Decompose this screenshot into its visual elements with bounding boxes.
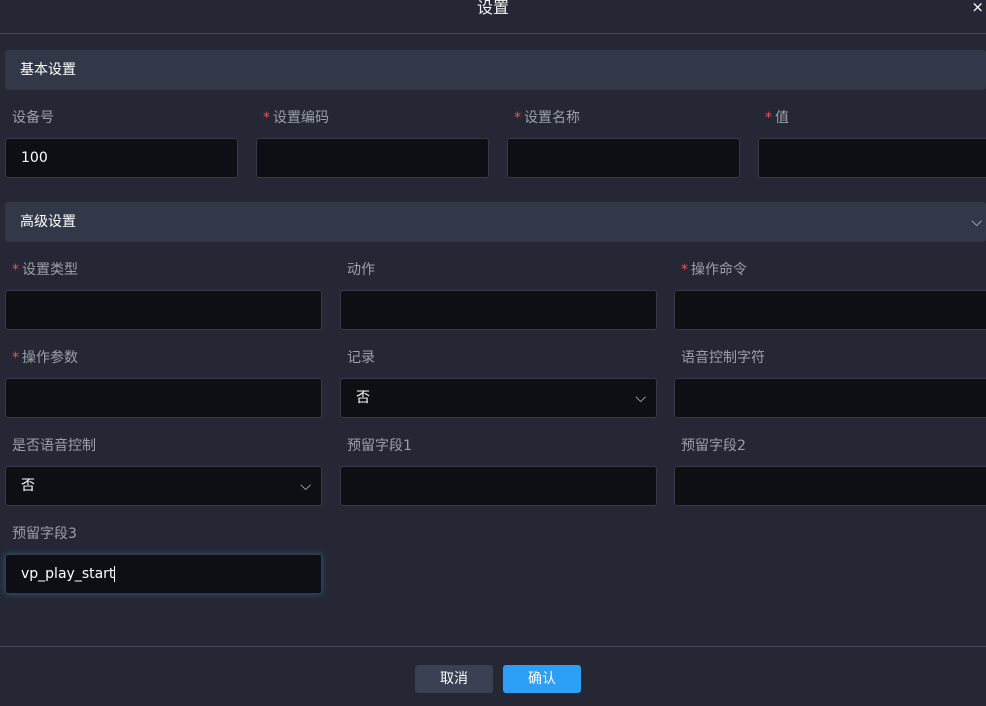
required-marker: * — [681, 262, 688, 278]
field-label-text: 预留字段2 — [681, 438, 746, 454]
field-label-text: 设置类型 — [22, 262, 78, 278]
header-divider — [0, 33, 986, 34]
field-label-text: 操作命令 — [691, 262, 747, 278]
text-input[interactable] — [674, 378, 986, 418]
field-label-text: 设备号 — [12, 110, 54, 126]
chevron-down-icon: ⌵ — [300, 478, 311, 494]
chevron-down-icon: ⌵ — [635, 390, 646, 406]
text-input[interactable] — [507, 138, 740, 178]
field-label: 预留字段2 — [681, 438, 746, 454]
text-input[interactable]: vp_play_start — [5, 554, 322, 594]
required-marker: * — [263, 110, 270, 126]
field-label-text: 设置名称 — [524, 110, 580, 126]
field-label: * 设置类型 — [12, 262, 78, 278]
dialog-title: 设置 — [476, 0, 509, 17]
text-input[interactable] — [256, 138, 489, 178]
required-marker: * — [12, 262, 19, 278]
select-field[interactable]: 否 ⌵ — [340, 378, 657, 418]
text-input[interactable] — [758, 138, 986, 178]
confirm-button[interactable]: 确认 — [503, 665, 581, 693]
text-input[interactable] — [5, 290, 322, 330]
footer-divider — [0, 646, 986, 647]
field-label-text: 设置编码 — [273, 110, 329, 126]
select-field[interactable]: 否 ⌵ — [5, 466, 322, 506]
section-basic: 基本设置 — [5, 50, 986, 90]
field-label-text: 预留字段1 — [347, 438, 412, 454]
field-label-text: 动作 — [347, 262, 375, 278]
field-label: * 操作参数 — [12, 350, 78, 366]
field-value: vp_play_start — [21, 566, 115, 582]
field-label-text: 是否语音控制 — [12, 438, 96, 454]
field-label: 语音控制字符 — [681, 350, 765, 366]
field-label: * 值 — [765, 110, 789, 126]
field-label-text: 操作参数 — [22, 350, 78, 366]
required-marker: * — [765, 110, 772, 126]
section-advanced[interactable]: 高级设置 ⌵ — [5, 202, 986, 242]
text-input[interactable] — [340, 290, 657, 330]
field-value: 100 — [21, 150, 48, 166]
field-label-text: 值 — [775, 110, 789, 126]
text-caret — [114, 566, 116, 582]
field-label-text: 记录 — [347, 350, 375, 366]
field-label: 动作 — [347, 262, 375, 278]
field-label-text: 语音控制字符 — [681, 350, 765, 366]
text-input[interactable] — [674, 466, 986, 506]
field-label: 预留字段1 — [347, 438, 412, 454]
section-title: 基本设置 — [20, 62, 76, 78]
text-input[interactable] — [674, 290, 986, 330]
cancel-button[interactable]: 取消 — [415, 665, 493, 693]
field-value: 否 — [21, 478, 35, 494]
field-label: * 操作命令 — [681, 262, 747, 278]
section-title: 高级设置 — [20, 214, 76, 230]
field-label: 记录 — [347, 350, 375, 366]
text-input[interactable] — [340, 466, 657, 506]
field-label: * 设置编码 — [263, 110, 329, 126]
close-icon[interactable]: × — [971, 0, 984, 16]
field-label: 预留字段3 — [12, 526, 77, 542]
field-label: 设备号 — [12, 110, 54, 126]
field-label: * 设置名称 — [514, 110, 580, 126]
required-marker: * — [12, 350, 19, 366]
field-label: 是否语音控制 — [12, 438, 96, 454]
text-input[interactable] — [5, 378, 322, 418]
text-input[interactable]: 100 — [5, 138, 238, 178]
chevron-down-icon[interactable]: ⌵ — [971, 202, 982, 242]
field-label-text: 预留字段3 — [12, 526, 77, 542]
required-marker: * — [514, 110, 521, 126]
field-value: 否 — [356, 390, 370, 406]
